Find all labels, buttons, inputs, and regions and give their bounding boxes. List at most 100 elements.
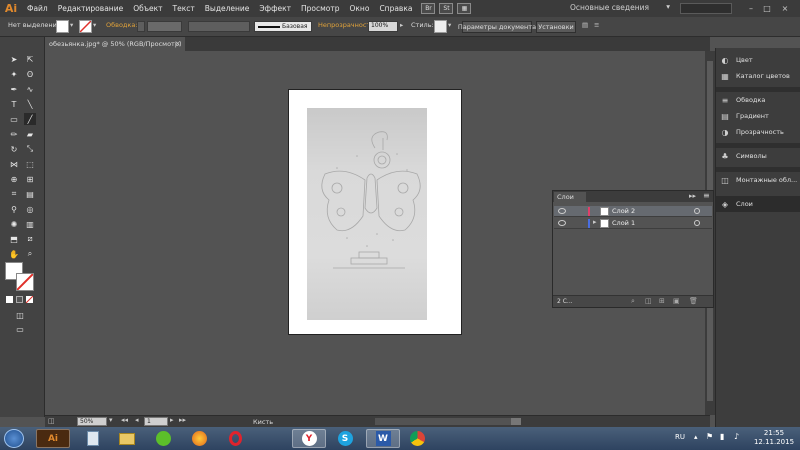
menu-file[interactable]: Файл [22,4,53,13]
taskbar-yandex[interactable]: Y [292,429,326,448]
gradient-mode-icon[interactable] [16,296,23,303]
visibility-eye-icon[interactable] [558,220,566,226]
search-input[interactable] [680,3,732,14]
chevron-down-icon[interactable]: ▾ [448,21,451,29]
collapse-panel-icon[interactable]: ▸▸ [689,192,696,200]
taskbar-word[interactable]: W [366,429,400,448]
layers-panel-tab[interactable]: Слои [554,192,586,202]
line-tool-icon[interactable]: ╲ [24,98,36,110]
taskbar-utorrent[interactable] [146,429,180,448]
layer-row[interactable]: Слой 2 [554,206,712,217]
eyedropper-tool-icon[interactable]: ⚲ [8,203,20,215]
brush-dropdown[interactable]: Базовая [254,21,312,32]
tray-chevron-icon[interactable]: ▴ [694,433,698,441]
taskbar-illustrator[interactable]: Ai [36,429,70,448]
stroke-swatch[interactable] [79,20,92,33]
dock-item-artboards[interactable]: ◫ Монтажные обл... [716,172,800,188]
lasso-tool-icon[interactable]: ʘ [24,68,36,80]
language-indicator[interactable]: RU [675,433,685,441]
shape-builder-tool-icon[interactable]: ⊕ [8,173,20,185]
type-tool-icon[interactable]: T [8,98,20,110]
rotate-tool-icon[interactable]: ↻ [8,143,20,155]
menu-object[interactable]: Объект [128,4,167,13]
menu-effect[interactable]: Эффект [254,4,296,13]
color-mode-icon[interactable] [6,296,13,303]
menu-select[interactable]: Выделение [200,4,255,13]
status-expand-icon[interactable]: ◫ [48,417,55,425]
menu-type[interactable]: Текст [168,4,200,13]
blend-tool-icon[interactable]: ◎ [24,203,36,215]
perspective-grid-tool-icon[interactable]: ⊞ [24,173,36,185]
zoom-dropdown-icon[interactable]: ▾ [109,416,113,424]
arrange-documents-icon[interactable]: ▦ [457,3,472,14]
curvature-tool-icon[interactable]: ∿ [24,83,36,95]
delete-layer-icon[interactable]: 🗑 [689,297,698,305]
dock-item-symbols[interactable]: ♣ Символы [716,148,800,164]
taskbar-firefox[interactable] [182,429,216,448]
align-icon[interactable]: ▤ [582,21,588,29]
preferences-button[interactable]: Установки [536,21,576,33]
pencil-tool-icon[interactable]: ✏ [8,128,20,140]
eraser-tool-icon[interactable]: ▰ [24,128,36,140]
free-transform-tool-icon[interactable]: ⬚ [24,158,36,170]
bridge-button[interactable]: Br [421,3,436,14]
artboard-number-field[interactable]: 1 [144,417,168,426]
taskbar-notepad[interactable] [76,429,110,448]
panel-menu-icon[interactable]: ≡ [594,21,599,29]
stock-button[interactable]: St [439,3,454,14]
taskbar-explorer[interactable] [110,429,144,448]
hand-tool-icon[interactable]: ✋ [8,248,20,260]
scale-tool-icon[interactable]: ⤡ [24,143,36,155]
dock-item-swatches[interactable]: ▦ Каталог цветов [716,68,800,84]
new-sublayer-icon[interactable]: ⊞ [659,297,665,305]
make-clipping-mask-icon[interactable]: ◫ [645,297,652,305]
last-artboard-icon[interactable]: ▸▸ [179,416,186,424]
none-mode-icon[interactable] [25,295,34,304]
network-icon[interactable]: ▮ [720,432,724,441]
horizontal-scrollbar-thumb[interactable] [511,418,521,425]
chevron-down-icon[interactable]: ▾ [93,21,96,29]
new-layer-icon[interactable]: ▣ [673,297,680,305]
menu-help[interactable]: Справка [374,4,417,13]
placed-image[interactable] [307,108,427,320]
close-tab-icon[interactable]: × [174,39,181,48]
chevron-down-icon[interactable]: ▾ [70,21,73,29]
layers-panel-header[interactable]: Слои ▸▸ ≡ [553,191,713,202]
rectangle-tool-icon[interactable]: ▭ [8,113,20,125]
direct-selection-tool-icon[interactable]: ⇱ [24,53,36,65]
slice-tool-icon[interactable]: ⧄ [24,233,36,245]
stroke-weight-field[interactable] [147,21,182,32]
chevron-right-icon[interactable]: ▸ [400,21,403,29]
clock[interactable]: 21:55 12.11.2015 [752,429,796,447]
gradient-tool-icon[interactable]: ▤ [24,188,36,200]
width-tool-icon[interactable]: ⋈ [8,158,20,170]
menu-view[interactable]: Просмотр [296,4,345,13]
drawing-modes-icon[interactable]: ◫ [14,309,26,321]
opacity-field[interactable]: 100% [368,21,398,32]
zoom-tool-icon[interactable]: ⌕ [24,248,36,260]
menu-window[interactable]: Окно [345,4,375,13]
visibility-eye-icon[interactable] [558,208,566,214]
first-artboard-icon[interactable]: ◂◂ [121,416,128,424]
mesh-tool-icon[interactable]: ⌗ [8,188,20,200]
style-swatch[interactable] [434,20,447,33]
menu-edit[interactable]: Редактирование [53,4,128,13]
locate-object-icon[interactable]: ⌕ [631,297,635,306]
taskbar-opera[interactable] [218,429,252,448]
dock-item-layers[interactable]: ◈ Слои [716,196,800,212]
previous-artboard-icon[interactable]: ◂ [135,416,139,424]
symbol-sprayer-tool-icon[interactable]: ✺ [8,218,20,230]
horizontal-scrollbar[interactable] [375,418,515,425]
taskbar-chrome[interactable] [400,429,434,448]
layer-row[interactable]: ▸ Слой 1 [554,218,712,229]
close-icon[interactable]: × [778,2,792,14]
magic-wand-tool-icon[interactable]: ✦ [8,68,20,80]
document-tab[interactable]: обезьянка.jpg* @ 50% (RGB/Просмотр) × [45,37,185,51]
expand-layer-icon[interactable]: ▸ [593,218,597,226]
minimize-icon[interactable]: – [744,2,758,14]
taskbar-skype[interactable]: S [328,429,362,448]
dock-item-transparency[interactable]: ◑ Прозрачность [716,124,800,140]
selection-tool-icon[interactable]: ➤ [8,53,20,65]
layer-target-icon[interactable] [694,220,700,226]
dock-item-stroke[interactable]: ≡ Обводка [716,92,800,108]
